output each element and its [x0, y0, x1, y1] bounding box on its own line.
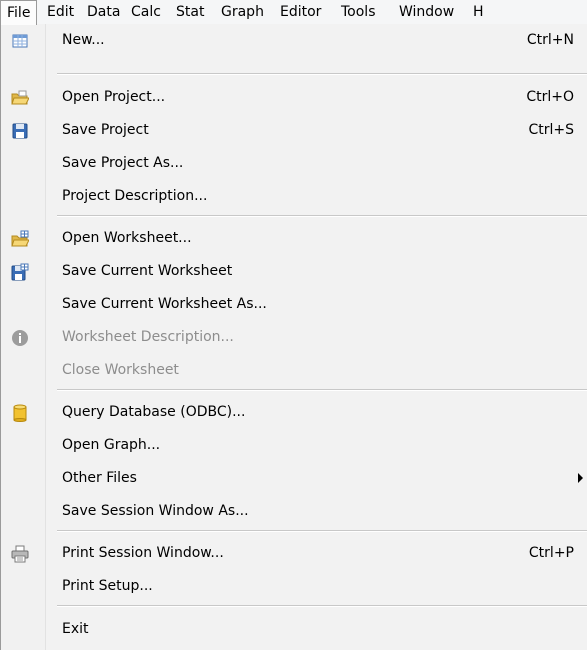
menu-separator — [57, 605, 587, 607]
database-icon — [13, 404, 27, 422]
menu-bar: File Edit Data Calc Stat Graph Editor To… — [0, 0, 587, 25]
menu-item-label: Save Project As... — [62, 155, 184, 171]
shortcut-label: Ctrl+N — [526, 32, 574, 48]
menu-item-print-session-window[interactable]: Print Session Window... Ctrl+P — [1, 537, 587, 570]
menu-item-new[interactable]: New... Ctrl+N — [1, 24, 587, 57]
menu-item-label: Save Session Window As... — [62, 503, 249, 519]
menu-item-open-graph[interactable]: Open Graph... — [1, 429, 587, 462]
menu-item-label: Save Current Worksheet — [62, 263, 233, 279]
menu-item-label: Query Database (ODBC)... — [62, 404, 246, 420]
menu-file[interactable]: File — [0, 0, 38, 25]
info-icon — [12, 330, 28, 346]
menu-graph[interactable]: Graph — [221, 0, 264, 24]
printer-icon — [11, 545, 29, 563]
menu-editor[interactable]: Editor — [280, 0, 321, 24]
submenu-arrow-icon — [578, 473, 583, 483]
menu-item-label: Open Project... — [62, 89, 166, 105]
menu-window[interactable]: Window — [399, 0, 454, 24]
file-menu-dropdown: New... Ctrl+N Open Project... Ctrl+O Sav… — [0, 24, 587, 650]
menu-item-label: Save Project — [62, 122, 149, 138]
menu-item-other-files[interactable]: Other Files — [1, 462, 587, 495]
menu-item-save-project-as[interactable]: Save Project As... — [1, 147, 587, 180]
open-folder-icon — [11, 90, 29, 105]
shortcut-label: Ctrl+P — [528, 545, 574, 561]
menu-item-open-worksheet[interactable]: Open Worksheet... — [1, 222, 587, 255]
menu-separator — [57, 215, 587, 217]
menu-separator — [57, 389, 587, 391]
floppy-disk-icon — [12, 123, 28, 139]
menu-item-project-description[interactable]: Project Description... — [1, 180, 587, 213]
menu-item-label: Close Worksheet — [62, 362, 179, 378]
open-worksheet-folder-icon — [11, 230, 29, 247]
shortcut-label: Ctrl+S — [528, 122, 574, 138]
menu-item-label: Exit — [62, 621, 89, 637]
new-worksheet-icon — [12, 34, 28, 48]
menu-data[interactable]: Data — [87, 0, 120, 24]
save-worksheet-icon — [11, 263, 29, 281]
menu-separator — [57, 73, 587, 75]
menu-separator — [57, 530, 587, 532]
menu-item-save-current-worksheet[interactable]: Save Current Worksheet — [1, 255, 587, 288]
menu-item-label: Save Current Worksheet As... — [62, 296, 267, 312]
shortcut-label: Ctrl+O — [526, 89, 574, 105]
menu-item-label: Open Graph... — [62, 437, 161, 453]
menu-item-close-worksheet: Close Worksheet — [1, 354, 587, 387]
menu-item-label: Print Session Window... — [62, 545, 224, 561]
menu-item-save-session-window-as[interactable]: Save Session Window As... — [1, 495, 587, 528]
menu-calc[interactable]: Calc — [131, 0, 161, 24]
menu-edit[interactable]: Edit — [47, 0, 74, 24]
menu-item-open-project[interactable]: Open Project... Ctrl+O — [1, 81, 587, 114]
menu-item-save-project[interactable]: Save Project Ctrl+S — [1, 114, 587, 147]
menu-item-query-database[interactable]: Query Database (ODBC)... — [1, 396, 587, 429]
menu-item-label: Worksheet Description... — [62, 329, 234, 345]
menu-tools[interactable]: Tools — [341, 0, 376, 24]
menu-item-save-current-worksheet-as[interactable]: Save Current Worksheet As... — [1, 288, 587, 321]
menu-item-label: Open Worksheet... — [62, 230, 192, 246]
menu-item-worksheet-description: Worksheet Description... — [1, 321, 587, 354]
menu-item-label: Project Description... — [62, 188, 208, 204]
menu-item-exit[interactable]: Exit — [1, 613, 587, 646]
menu-help[interactable]: H — [473, 0, 484, 24]
menu-item-label: New... — [62, 32, 105, 48]
menu-stat[interactable]: Stat — [176, 0, 204, 24]
menu-item-label: Print Setup... — [62, 578, 153, 594]
menu-item-label: Other Files — [62, 470, 137, 486]
menu-item-print-setup[interactable]: Print Setup... — [1, 570, 587, 603]
